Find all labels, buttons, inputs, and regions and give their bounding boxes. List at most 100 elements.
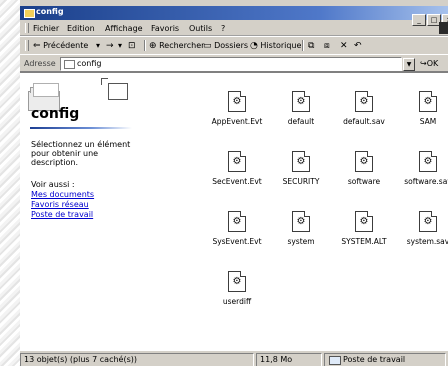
status-zone-cell: Poste de travail xyxy=(324,353,446,366)
system-file-icon: ⚙ xyxy=(292,211,310,232)
file-item[interactable]: ⚙ default.sav xyxy=(332,91,396,126)
info-pane: config Sélectionnez un élément pour obte… xyxy=(20,73,200,351)
file-item[interactable]: ⚙ software xyxy=(332,151,396,186)
forward-arrow-icon: → xyxy=(106,41,114,51)
folder-icon xyxy=(24,9,35,18)
menu-favoris[interactable]: Favoris xyxy=(151,24,179,33)
delete-icon: ✕ xyxy=(340,41,348,51)
status-size: 11,8 Mo xyxy=(260,355,293,364)
title-underline xyxy=(30,127,132,129)
status-size-cell: 11,8 Mo xyxy=(256,353,322,366)
file-name: default.sav xyxy=(343,117,385,126)
file-item[interactable]: ⚙ userdiff xyxy=(205,271,269,306)
file-name: SECURITY xyxy=(282,177,320,186)
explorer-window: config _ □ × Fichier Edition Affichage F… xyxy=(20,0,448,366)
selection-hint: Sélectionnez un élément pour obtenir une… xyxy=(31,140,131,167)
file-name: userdiff xyxy=(222,297,252,306)
delete-button[interactable]: ✕ xyxy=(340,41,348,51)
address-input[interactable]: config xyxy=(60,57,402,71)
menu-outils[interactable]: Outils xyxy=(189,24,212,33)
torn-page-edge xyxy=(0,0,20,366)
system-file-icon: ⚙ xyxy=(355,91,373,112)
menu-help[interactable]: ? xyxy=(221,24,225,33)
system-file-icon: ⚙ xyxy=(419,91,437,112)
history-icon: ◔ xyxy=(250,41,258,51)
link-my-documents[interactable]: Mes documents xyxy=(31,190,94,199)
link-network-places[interactable]: Favoris réseau xyxy=(31,200,89,209)
move-to-icon: ⧉ xyxy=(308,41,315,51)
system-file-icon: ⚙ xyxy=(228,151,246,172)
go-arrow-icon: ↪ xyxy=(420,59,427,68)
menu-edition[interactable]: Edition xyxy=(67,24,95,33)
window-title: config xyxy=(36,7,64,16)
system-file-icon: ⚙ xyxy=(292,91,310,112)
menu-bar: Fichier Edition Affichage Favoris Outils… xyxy=(20,21,448,36)
content-area: config Sélectionnez un élément pour obte… xyxy=(20,72,448,351)
back-arrow-icon: ⇐ xyxy=(33,41,41,51)
file-name: AppEvent.Evt xyxy=(211,117,263,126)
file-name: software xyxy=(347,177,381,186)
link-my-computer[interactable]: Poste de travail xyxy=(31,210,93,219)
back-dropdown-icon[interactable]: ▾ xyxy=(96,41,100,50)
my-computer-icon xyxy=(329,356,341,365)
system-file-icon: ⚙ xyxy=(419,211,437,232)
search-button[interactable]: ⊕ Rechercher xyxy=(149,41,204,51)
address-label: Adresse xyxy=(24,59,56,68)
file-item[interactable]: ⚙ software.sav xyxy=(396,151,448,186)
toolbar-separator xyxy=(302,40,304,51)
file-item[interactable]: ⚙ SECURITY xyxy=(269,151,333,186)
file-list: ⚙ AppEvent.Evt ⚙ default ⚙ default.sav ⚙ SAM ⚙ Se… xyxy=(200,73,448,351)
file-item[interactable]: ⚙ AppEvent.Evt xyxy=(205,91,269,126)
file-item[interactable]: ⚙ system.sav xyxy=(396,211,448,246)
toolbar-separator xyxy=(144,40,146,51)
up-folder-icon: ⊡ xyxy=(128,41,136,51)
folder-icon xyxy=(64,60,75,69)
file-name: SysEvent.Evt xyxy=(212,237,262,246)
system-file-icon: ⚙ xyxy=(292,151,310,172)
undo-button[interactable]: ↶ xyxy=(354,41,362,51)
system-file-icon: ⚙ xyxy=(419,151,437,172)
window-outline-icon xyxy=(101,78,128,100)
forward-button[interactable]: → xyxy=(106,41,114,51)
system-file-icon: ⚙ xyxy=(228,211,246,232)
forward-dropdown-icon[interactable]: ▾ xyxy=(118,41,122,50)
file-name: system.sav xyxy=(406,237,448,246)
history-button[interactable]: ◔ Historique xyxy=(250,41,301,51)
toolbar: ⇐ Précédente ▾ → ▾ ⊡ ⊕ Rechercher ▭ Doss… xyxy=(20,36,448,55)
file-item[interactable]: ⚙ default xyxy=(269,91,333,126)
system-file-icon: ⚙ xyxy=(355,151,373,172)
file-item[interactable]: ⚙ SysEvent.Evt xyxy=(205,211,269,246)
system-file-icon: ⚙ xyxy=(355,211,373,232)
file-name: default xyxy=(287,117,315,126)
copy-to-icon: ⧈ xyxy=(324,41,330,51)
toolbar-grip[interactable] xyxy=(25,40,29,51)
file-item[interactable]: ⚙ SecEvent.Evt xyxy=(205,151,269,186)
address-bar: Adresse config ▼ ↪OK xyxy=(20,54,448,72)
back-button[interactable]: ⇐ Précédente xyxy=(33,41,88,51)
search-icon: ⊕ xyxy=(149,41,157,51)
menu-grip[interactable] xyxy=(25,23,29,33)
title-bar[interactable]: config _ □ × xyxy=(20,6,448,26)
file-item[interactable]: ⚙ SYSTEM.ALT xyxy=(332,211,396,246)
move-to-button[interactable]: ⧉ xyxy=(308,41,314,51)
address-dropdown-button[interactable]: ▼ xyxy=(403,58,415,71)
menu-fichier[interactable]: Fichier xyxy=(33,24,59,33)
menu-affichage[interactable]: Affichage xyxy=(105,24,143,33)
status-bar: 13 objet(s) (plus 7 caché(s)) 11,8 Mo Po… xyxy=(20,350,448,366)
copy-to-button[interactable]: ⧈ xyxy=(324,41,330,51)
go-button[interactable]: ↪OK xyxy=(420,59,438,68)
file-name: SecEvent.Evt xyxy=(212,177,262,186)
file-item[interactable]: ⚙ system xyxy=(269,211,333,246)
folders-button[interactable]: ▭ Dossiers xyxy=(203,41,248,51)
system-file-icon: ⚙ xyxy=(228,271,246,292)
folders-icon: ▭ xyxy=(203,41,212,51)
file-name: system xyxy=(287,237,315,246)
status-objects-cell: 13 objet(s) (plus 7 caché(s)) xyxy=(20,353,254,366)
up-folder-button[interactable]: ⊡ xyxy=(128,41,136,51)
address-value: config xyxy=(77,59,102,68)
windows-flag-icon xyxy=(439,22,448,34)
file-name: SYSTEM.ALT xyxy=(341,237,387,246)
see-also-label: Voir aussi : xyxy=(31,180,75,189)
file-item[interactable]: ⚙ SAM xyxy=(396,91,448,126)
status-zone: Poste de travail xyxy=(343,355,406,364)
